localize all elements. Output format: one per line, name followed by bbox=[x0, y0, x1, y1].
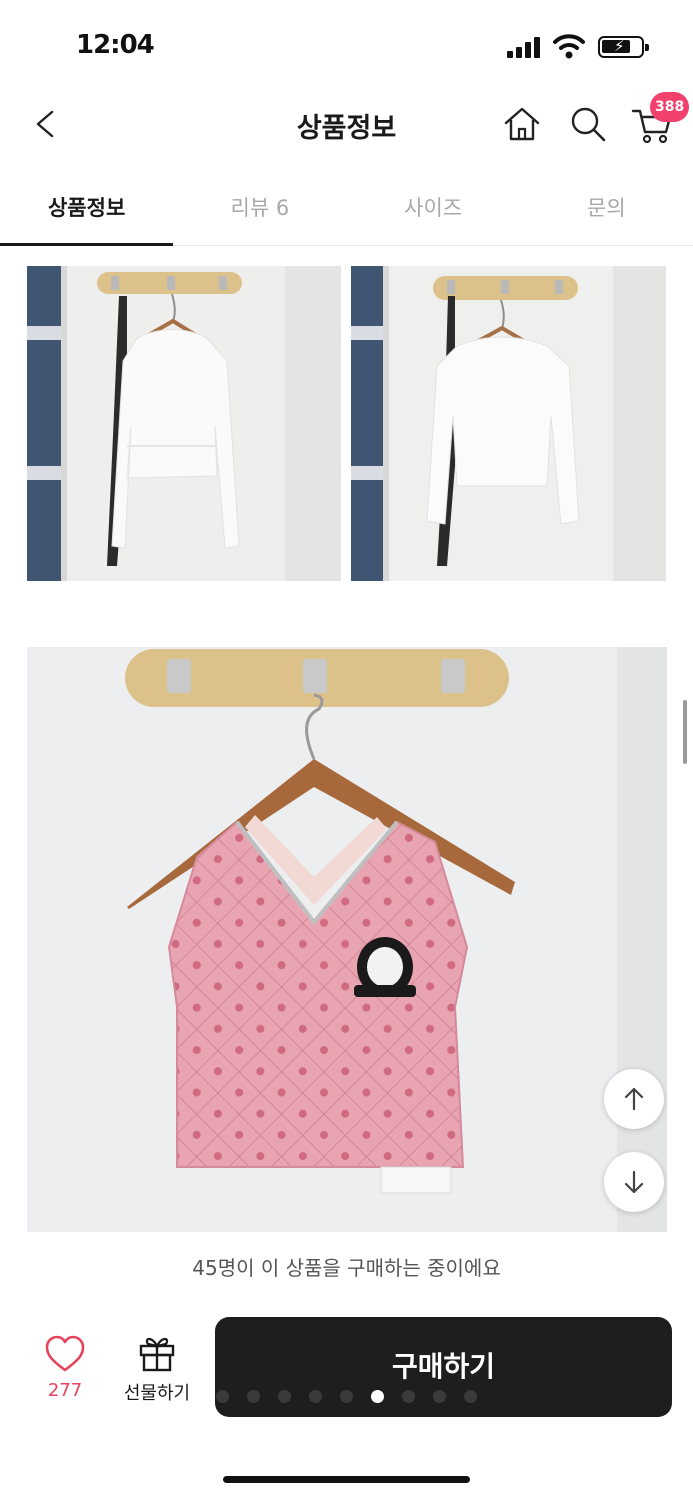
carousel-dot[interactable] bbox=[371, 1390, 384, 1403]
cart-count-badge: 388 bbox=[650, 92, 690, 122]
gift-button[interactable]: 선물하기 bbox=[112, 1332, 202, 1404]
vertical-scrollbar[interactable] bbox=[683, 700, 687, 764]
carousel-dot[interactable] bbox=[464, 1390, 477, 1403]
tab-inquiry[interactable]: 문의 bbox=[520, 170, 693, 245]
gift-icon bbox=[139, 1337, 175, 1372]
status-time: 12:04 bbox=[76, 30, 155, 60]
scroll-to-bottom-button[interactable] bbox=[604, 1152, 664, 1212]
gift-label: 선물하기 bbox=[123, 1383, 191, 1404]
carousel-dot[interactable] bbox=[247, 1390, 260, 1403]
carousel-dot[interactable] bbox=[278, 1390, 291, 1403]
scroll-to-top-button[interactable] bbox=[604, 1069, 664, 1129]
tab-size[interactable]: 사이즈 bbox=[347, 170, 520, 245]
carousel-dot[interactable] bbox=[402, 1390, 415, 1403]
battery-icon: ⚡ bbox=[598, 36, 649, 58]
white-cropped-shirt-with-tie-front-photo bbox=[27, 266, 341, 581]
tab-reviews[interactable]: 리뷰 6 bbox=[173, 170, 346, 245]
status-bar: 12:04 ⚡ bbox=[0, 0, 693, 92]
home-icon[interactable] bbox=[500, 102, 544, 146]
arrow-down-icon bbox=[624, 1170, 644, 1194]
search-icon[interactable] bbox=[566, 102, 610, 146]
like-count: 277 bbox=[47, 1380, 83, 1401]
pink-bow-print-crop-vest-photo bbox=[27, 647, 667, 1232]
tab-product-info[interactable]: 상품정보 bbox=[0, 170, 174, 246]
purchase-bottom-bar: 45명이 이 상품을 구매하는 중이에요 277 선물하기 구매하기 bbox=[0, 1232, 693, 1500]
product-tabs: 상품정보 리뷰 6 사이즈 문의 bbox=[0, 170, 693, 246]
like-button[interactable]: 277 bbox=[28, 1332, 102, 1402]
carousel-dot[interactable] bbox=[309, 1390, 322, 1403]
back-arrow-icon[interactable] bbox=[24, 102, 68, 146]
white-cropped-shirt-with-tie-back-photo bbox=[351, 266, 666, 581]
top-navigation-bar: 상품정보 bbox=[0, 92, 693, 158]
carousel-dot[interactable] bbox=[433, 1390, 446, 1403]
home-indicator bbox=[223, 1476, 470, 1483]
wifi-icon bbox=[553, 34, 585, 59]
arrow-up-icon bbox=[624, 1087, 644, 1111]
purchasing-now-notice: 45명이 이 상품을 구매하는 중이에요 bbox=[192, 1256, 501, 1280]
carousel-dot[interactable] bbox=[216, 1390, 229, 1403]
heart-icon bbox=[45, 1335, 85, 1372]
carousel-dot[interactable] bbox=[340, 1390, 353, 1403]
cellular-signal-icon bbox=[507, 36, 543, 58]
image-carousel-dots bbox=[216, 1390, 477, 1404]
